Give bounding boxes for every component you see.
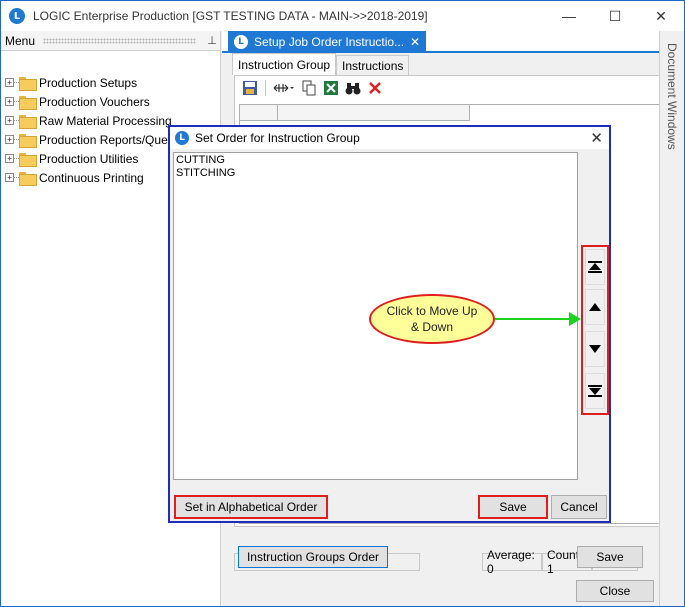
menu-header: Menu ⊥ — [1, 31, 220, 51]
move-bottom-icon — [588, 385, 602, 397]
column-width-icon[interactable] — [272, 79, 296, 97]
move-down-button[interactable] — [585, 331, 605, 367]
app-window: L LOGIC Enterprise Production [GST TESTI… — [0, 0, 685, 607]
menu-grip — [43, 37, 196, 44]
title-bar: L LOGIC Enterprise Production [GST TESTI… — [1, 1, 684, 31]
list-item[interactable]: CUTTING — [176, 154, 575, 167]
expand-icon[interactable]: + — [5, 78, 14, 87]
maximize-button[interactable]: ☐ — [592, 1, 638, 31]
pin-icon[interactable]: ⊥ — [204, 34, 220, 47]
grid-header-cell — [278, 105, 470, 121]
close-button[interactable]: Close — [576, 580, 654, 602]
tab-instruction-group[interactable]: Instruction Group — [232, 53, 337, 75]
move-buttons-group — [581, 245, 609, 415]
tree-item-label: Production Reports/Que — [39, 132, 168, 147]
folder-icon — [19, 133, 37, 148]
folder-icon — [19, 76, 37, 91]
list-item[interactable]: STITCHING — [176, 167, 575, 180]
tab-setup-job-order[interactable]: L Setup Job Order Instructio... ✕ — [228, 31, 426, 53]
folder-icon — [19, 152, 37, 167]
toolbar-separator — [265, 80, 266, 96]
inner-tabs: Instruction Group Instructions — [232, 53, 410, 75]
window-title: LOGIC Enterprise Production [GST TESTING… — [33, 9, 428, 23]
dialog-save-button[interactable]: Save — [478, 495, 548, 519]
move-top-icon — [588, 261, 602, 273]
menu-title: Menu — [5, 33, 36, 48]
folder-icon — [19, 114, 37, 129]
folder-icon — [19, 95, 37, 110]
app-logo-icon: L — [9, 8, 25, 24]
tree-item-label: Production Vouchers — [39, 94, 150, 109]
dialog-cancel-button[interactable]: Cancel — [551, 495, 607, 519]
grid-header-cell — [240, 105, 278, 121]
expand-icon[interactable]: + — [5, 154, 14, 163]
move-to-bottom-button[interactable] — [585, 373, 605, 409]
close-window-button[interactable]: ✕ — [638, 1, 684, 31]
tree-item-label: Production Utilities — [39, 151, 139, 166]
tab-label: Setup Job Order Instructio... — [254, 35, 405, 49]
tree-item-production-vouchers[interactable]: + Production Vouchers — [1, 92, 220, 111]
tree-item-production-setups[interactable]: + Production Setups — [1, 73, 220, 92]
document-tabstrip: L Setup Job Order Instructio... ✕ ▼ — [222, 31, 659, 53]
tree-item-label: Continuous Printing — [39, 170, 144, 185]
document-windows-rail[interactable]: Document Windows — [659, 31, 684, 606]
expand-icon[interactable]: + — [5, 116, 14, 125]
arrow-down-icon — [589, 345, 601, 353]
dialog-close-icon[interactable]: ✕ — [590, 129, 603, 147]
instruction-groups-order-button[interactable]: Instruction Groups Order — [238, 546, 388, 568]
excel-icon[interactable] — [322, 79, 340, 97]
copy-icon[interactable] — [300, 79, 318, 97]
move-to-top-button[interactable] — [585, 249, 605, 285]
set-order-dialog: L Set Order for Instruction Group ✕ CUTT… — [168, 125, 611, 523]
dialog-title-bar: L Set Order for Instruction Group ✕ — [170, 127, 609, 149]
binoculars-icon[interactable] — [344, 79, 362, 97]
move-up-button[interactable] — [585, 289, 605, 325]
rail-label: Document Windows — [665, 43, 679, 150]
app-logo-icon: L — [175, 131, 189, 145]
expand-icon[interactable]: + — [5, 135, 14, 144]
minimize-button[interactable]: — — [546, 1, 592, 31]
arrow-up-icon — [589, 303, 601, 311]
folder-icon — [19, 171, 37, 186]
toolbar — [235, 76, 667, 100]
delete-icon[interactable] — [366, 79, 384, 97]
average-status: Average: 0 — [482, 548, 542, 576]
callout-bubble: Click to Move Up & Down — [369, 294, 495, 344]
chevron-down-icon[interactable]: ▼ — [640, 35, 649, 45]
expand-icon[interactable]: + — [5, 173, 14, 182]
dialog-title: Set Order for Instruction Group — [195, 131, 360, 145]
callout-arrow — [495, 312, 581, 326]
tree-item-label: Production Setups — [39, 75, 138, 90]
tab-close-icon[interactable]: ✕ — [410, 35, 420, 49]
tab-instructions[interactable]: Instructions — [336, 55, 410, 75]
save-button[interactable]: Save — [577, 546, 643, 568]
app-logo-icon: L — [234, 35, 248, 49]
tree-item-label: Raw Material Processing — [39, 113, 172, 128]
save-layout-icon[interactable] — [241, 79, 259, 97]
window-controls: — ☐ ✕ — [546, 1, 684, 31]
expand-icon[interactable]: + — [5, 97, 14, 106]
alphabetical-order-button[interactable]: Set in Alphabetical Order — [174, 495, 328, 519]
